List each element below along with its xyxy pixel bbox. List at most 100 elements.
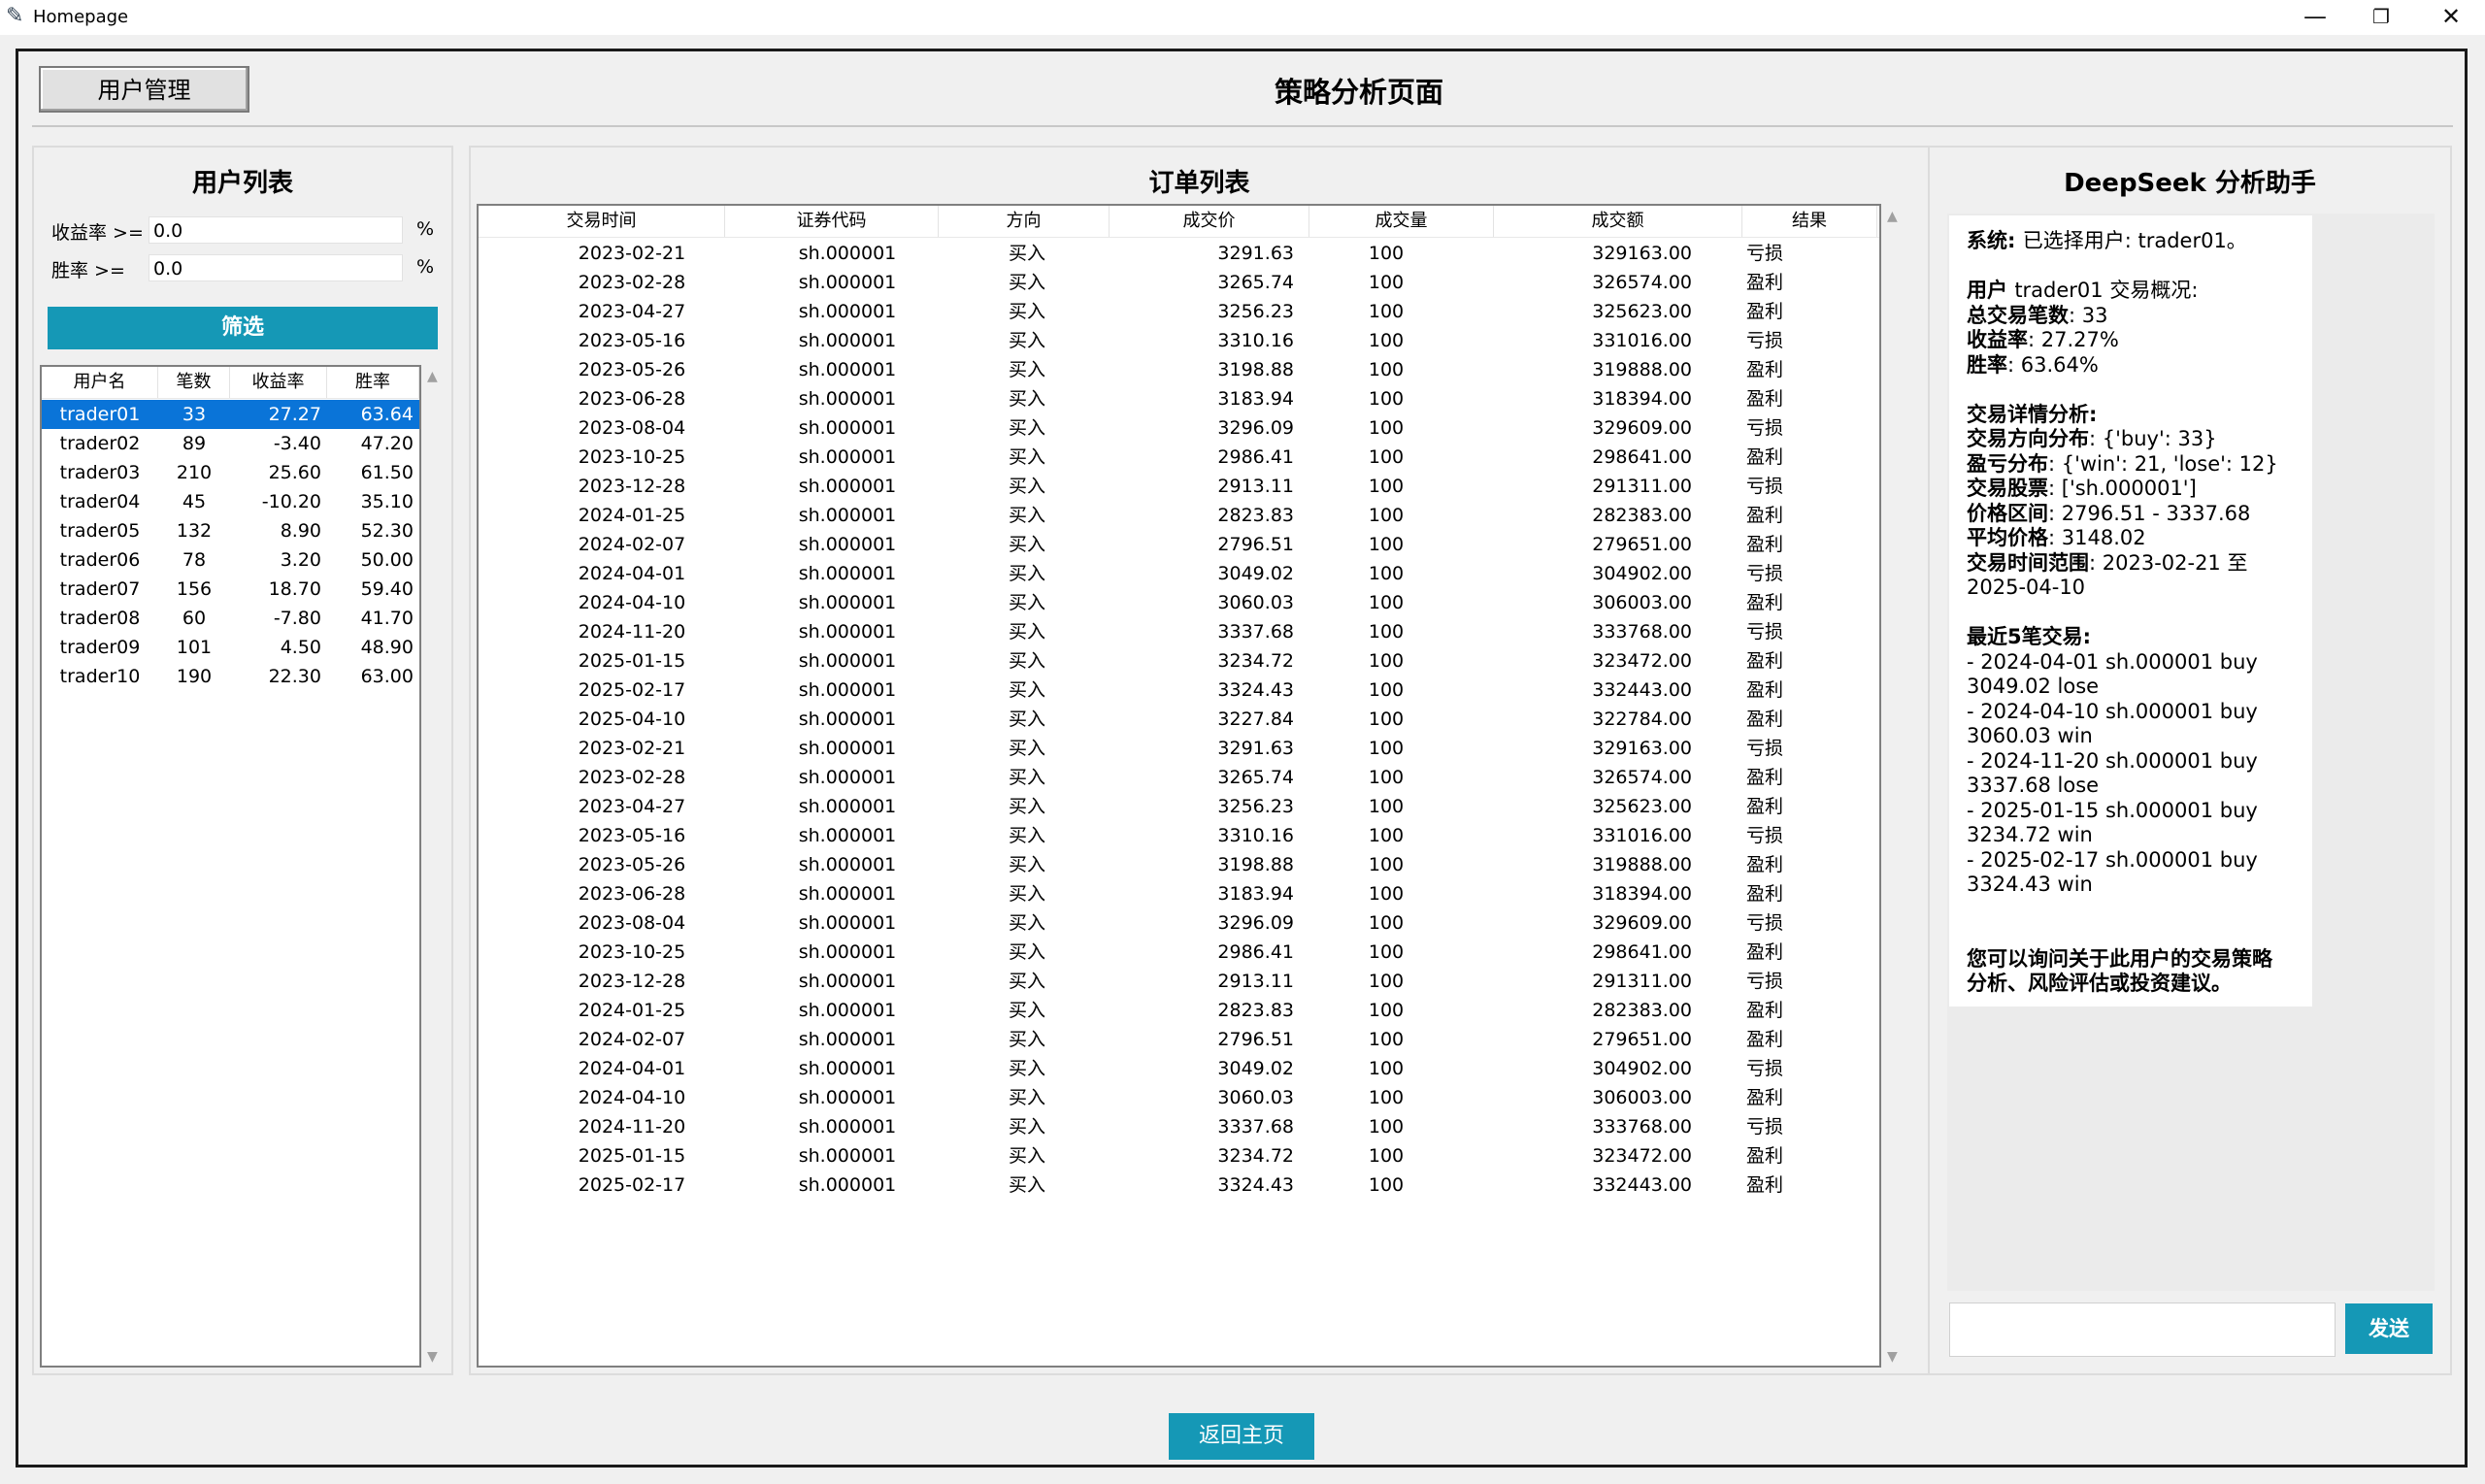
order-cell: 2023-05-16: [578, 825, 686, 846]
order-table-row[interactable]: 2024-11-20 sh.000001 买入 3337.68 100 333768.00…: [479, 617, 1879, 646]
order-table-header: 交易时间 证券代码 方向 成交价 成交量 成交额 结果: [479, 206, 1879, 238]
order-cell: 亏损: [1745, 243, 1783, 264]
order-cell: 买入: [1008, 709, 1045, 730]
order-table-row[interactable]: 2024-04-01 sh.000001 买入 3049.02 100 304902.00…: [479, 559, 1879, 588]
order-cell: 326574.00: [1592, 272, 1692, 293]
order-table-row[interactable]: 2023-05-16 sh.000001 买入 3310.16 100 331016.00…: [479, 326, 1879, 355]
order-cell: 3256.23: [1217, 796, 1294, 817]
order-table-row[interactable]: 2023-10-25 sh.000001 买入 2986.41 100 298641.00…: [479, 938, 1879, 967]
order-cell: 2024-11-20: [578, 621, 686, 643]
order-col-header[interactable]: 方向: [939, 206, 1110, 237]
order-cell: 100: [1368, 1058, 1405, 1079]
user-table-row[interactable]: trader07 156 18.70 59.40: [42, 575, 419, 604]
order-table-row[interactable]: 2024-01-25 sh.000001 买入 2823.83 100 282383.00…: [479, 501, 1879, 530]
order-table-row[interactable]: 2025-01-15 sh.000001 买入 3234.72 100 323472.00…: [479, 1141, 1879, 1171]
order-table[interactable]: 交易时间 证券代码 方向 成交价 成交量 成交额 结果 2023-02-21 sh.00000…: [477, 204, 1881, 1368]
order-table-row[interactable]: 2023-08-04 sh.000001 买入 3296.09 100 329609.00…: [479, 413, 1879, 443]
restore-icon[interactable]: ❐: [2347, 0, 2415, 35]
order-col-header[interactable]: 成交价: [1110, 206, 1309, 237]
user-cell: 3.20: [280, 549, 321, 571]
order-table-row[interactable]: 2023-06-28 sh.000001 买入 3183.94 100 318394.00…: [479, 384, 1879, 413]
user-table-row[interactable]: trader02 89 -3.40 47.20: [42, 429, 419, 458]
user-table[interactable]: 用户名 笔数 收益率 胜率 trader01 33 27.27 63.64 trader02 8…: [40, 365, 421, 1368]
order-table-row[interactable]: 2024-04-10 sh.000001 买入 3060.03 100 306003.00…: [479, 588, 1879, 617]
order-table-row[interactable]: 2023-12-28 sh.000001 买入 2913.11 100 291311.00…: [479, 472, 1879, 501]
user-table-row[interactable]: trader10 190 22.30 63.00: [42, 662, 419, 691]
user-cell: 4.50: [280, 637, 321, 658]
user-col-header[interactable]: 收益率: [230, 367, 327, 398]
chat-line-text: 2025-04-10: [1967, 576, 2086, 599]
minimize-icon[interactable]: —: [2281, 0, 2349, 35]
order-table-row[interactable]: 2023-05-16 sh.000001 买入 3310.16 100 331016.00…: [479, 821, 1879, 850]
order-cell: 盈利: [1745, 272, 1783, 293]
order-table-row[interactable]: 2023-02-21 sh.000001 买入 3291.63 100 329163.00…: [479, 734, 1879, 763]
order-table-row[interactable]: 2023-04-27 sh.000001 买入 3256.23 100 325623.00…: [479, 297, 1879, 326]
user-scroll-down-icon[interactable]: ▼: [427, 1349, 438, 1365]
order-cell: 2986.41: [1217, 941, 1294, 963]
chat-line-text: 3049.02 lose: [1967, 675, 2100, 698]
order-table-row[interactable]: 2025-01-15 sh.000001 买入 3234.72 100 323472.00…: [479, 646, 1879, 676]
order-table-row[interactable]: 2023-02-28 sh.000001 买入 3265.74 100 326574.00…: [479, 763, 1879, 792]
user-cell: 61.50: [360, 462, 414, 483]
order-table-row[interactable]: 2025-02-17 sh.000001 买入 3324.43 100 332443.00…: [479, 1171, 1879, 1200]
close-icon[interactable]: ✕: [2417, 0, 2485, 35]
user-cell: -7.80: [273, 608, 321, 629]
order-table-row[interactable]: 2023-12-28 sh.000001 买入 2913.11 100 291311.00…: [479, 967, 1879, 996]
return-filter-label: 收益率 >=: [51, 222, 144, 244]
order-col-header[interactable]: 成交量: [1309, 206, 1494, 237]
send-button[interactable]: 发送: [2345, 1303, 2433, 1354]
winrate-filter-input[interactable]: 0.0: [149, 254, 403, 281]
order-table-row[interactable]: 2023-05-26 sh.000001 买入 3198.88 100 319888.00…: [479, 850, 1879, 879]
chat-line-text: - 2025-01-15 sh.000001 buy: [1967, 798, 2258, 822]
order-table-row[interactable]: 2023-04-27 sh.000001 买入 3256.23 100 325623.00…: [479, 792, 1879, 821]
order-cell: 2024-04-01: [578, 563, 686, 584]
user-table-row[interactable]: trader04 45 -10.20 35.10: [42, 487, 419, 516]
order-table-row[interactable]: 2023-06-28 sh.000001 买入 3183.94 100 318394.00…: [479, 879, 1879, 908]
user-table-row[interactable]: trader05 132 8.90 52.30: [42, 516, 419, 545]
user-col-header[interactable]: 胜率: [327, 367, 419, 398]
user-col-header[interactable]: 笔数: [158, 367, 230, 398]
order-cell: 3234.72: [1217, 1145, 1294, 1167]
order-table-row[interactable]: 2025-04-10 sh.000001 买入 3227.84 100 322784.00…: [479, 705, 1879, 734]
user-col-header[interactable]: 用户名: [42, 367, 158, 398]
order-scroll-down-icon[interactable]: ▼: [1887, 1349, 1898, 1365]
order-table-row[interactable]: 2023-08-04 sh.000001 买入 3296.09 100 329609.00…: [479, 908, 1879, 938]
order-col-header[interactable]: 结果: [1742, 206, 1877, 237]
user-management-button[interactable]: 用户管理: [39, 66, 249, 113]
user-table-row[interactable]: trader03 210 25.60 61.50: [42, 458, 419, 487]
order-cell: 2913.11: [1217, 971, 1294, 992]
order-cell: 3183.94: [1217, 883, 1294, 905]
order-table-row[interactable]: 2024-04-10 sh.000001 买入 3060.03 100 306003.00…: [479, 1083, 1879, 1112]
user-cell: trader08: [59, 608, 141, 629]
order-scroll-up-icon[interactable]: ▲: [1887, 209, 1898, 224]
order-col-header[interactable]: 证券代码: [725, 206, 939, 237]
order-cell: 2023-10-25: [578, 941, 686, 963]
order-table-row[interactable]: 2023-05-26 sh.000001 买入 3198.88 100 319888.00…: [479, 355, 1879, 384]
order-cell: 2024-04-01: [578, 1058, 686, 1079]
return-filter-input[interactable]: 0.0: [149, 216, 403, 244]
user-table-row[interactable]: trader08 60 -7.80 41.70: [42, 604, 419, 633]
chat-input[interactable]: [1949, 1303, 2336, 1357]
order-cell: 买入: [1008, 1145, 1045, 1167]
user-table-row[interactable]: trader06 78 3.20 50.00: [42, 545, 419, 575]
order-table-row[interactable]: 2023-02-28 sh.000001 买入 3265.74 100 326574.00…: [479, 268, 1879, 297]
order-table-row[interactable]: 2025-02-17 sh.000001 买入 3324.43 100 332443.00…: [479, 676, 1879, 705]
user-cell: 63.64: [360, 404, 414, 425]
order-table-row[interactable]: 2023-10-25 sh.000001 买入 2986.41 100 298641.00…: [479, 443, 1879, 472]
chat-line-bold: 胜率: [1967, 352, 2007, 377]
order-table-row[interactable]: 2024-01-25 sh.000001 买入 2823.83 100 282383.00…: [479, 996, 1879, 1025]
order-table-row[interactable]: 2023-02-21 sh.000001 买入 3291.63 100 329163.00…: [479, 239, 1879, 268]
user-table-row[interactable]: trader09 101 4.50 48.90: [42, 633, 419, 662]
order-table-row[interactable]: 2024-04-01 sh.000001 买入 3049.02 100 304902.00…: [479, 1054, 1879, 1083]
user-table-row[interactable]: trader01 33 27.27 63.64: [42, 400, 419, 429]
order-col-header[interactable]: 成交额: [1494, 206, 1742, 237]
chat-line-text: : ['sh.000001']: [2048, 477, 2197, 500]
filter-button[interactable]: 筛选: [48, 307, 438, 349]
order-table-row[interactable]: 2024-11-20 sh.000001 买入 3337.68 100 333768.00…: [479, 1112, 1879, 1141]
order-table-row[interactable]: 2024-02-07 sh.000001 买入 2796.51 100 279651.00…: [479, 530, 1879, 559]
chat-line: 价格区间: 2796.51 - 3337.68: [1967, 502, 2295, 527]
user-scroll-up-icon[interactable]: ▲: [427, 369, 438, 384]
order-col-header[interactable]: 交易时间: [479, 206, 725, 237]
return-home-button[interactable]: 返回主页: [1169, 1413, 1314, 1460]
order-table-row[interactable]: 2024-02-07 sh.000001 买入 2796.51 100 279651.00…: [479, 1025, 1879, 1054]
